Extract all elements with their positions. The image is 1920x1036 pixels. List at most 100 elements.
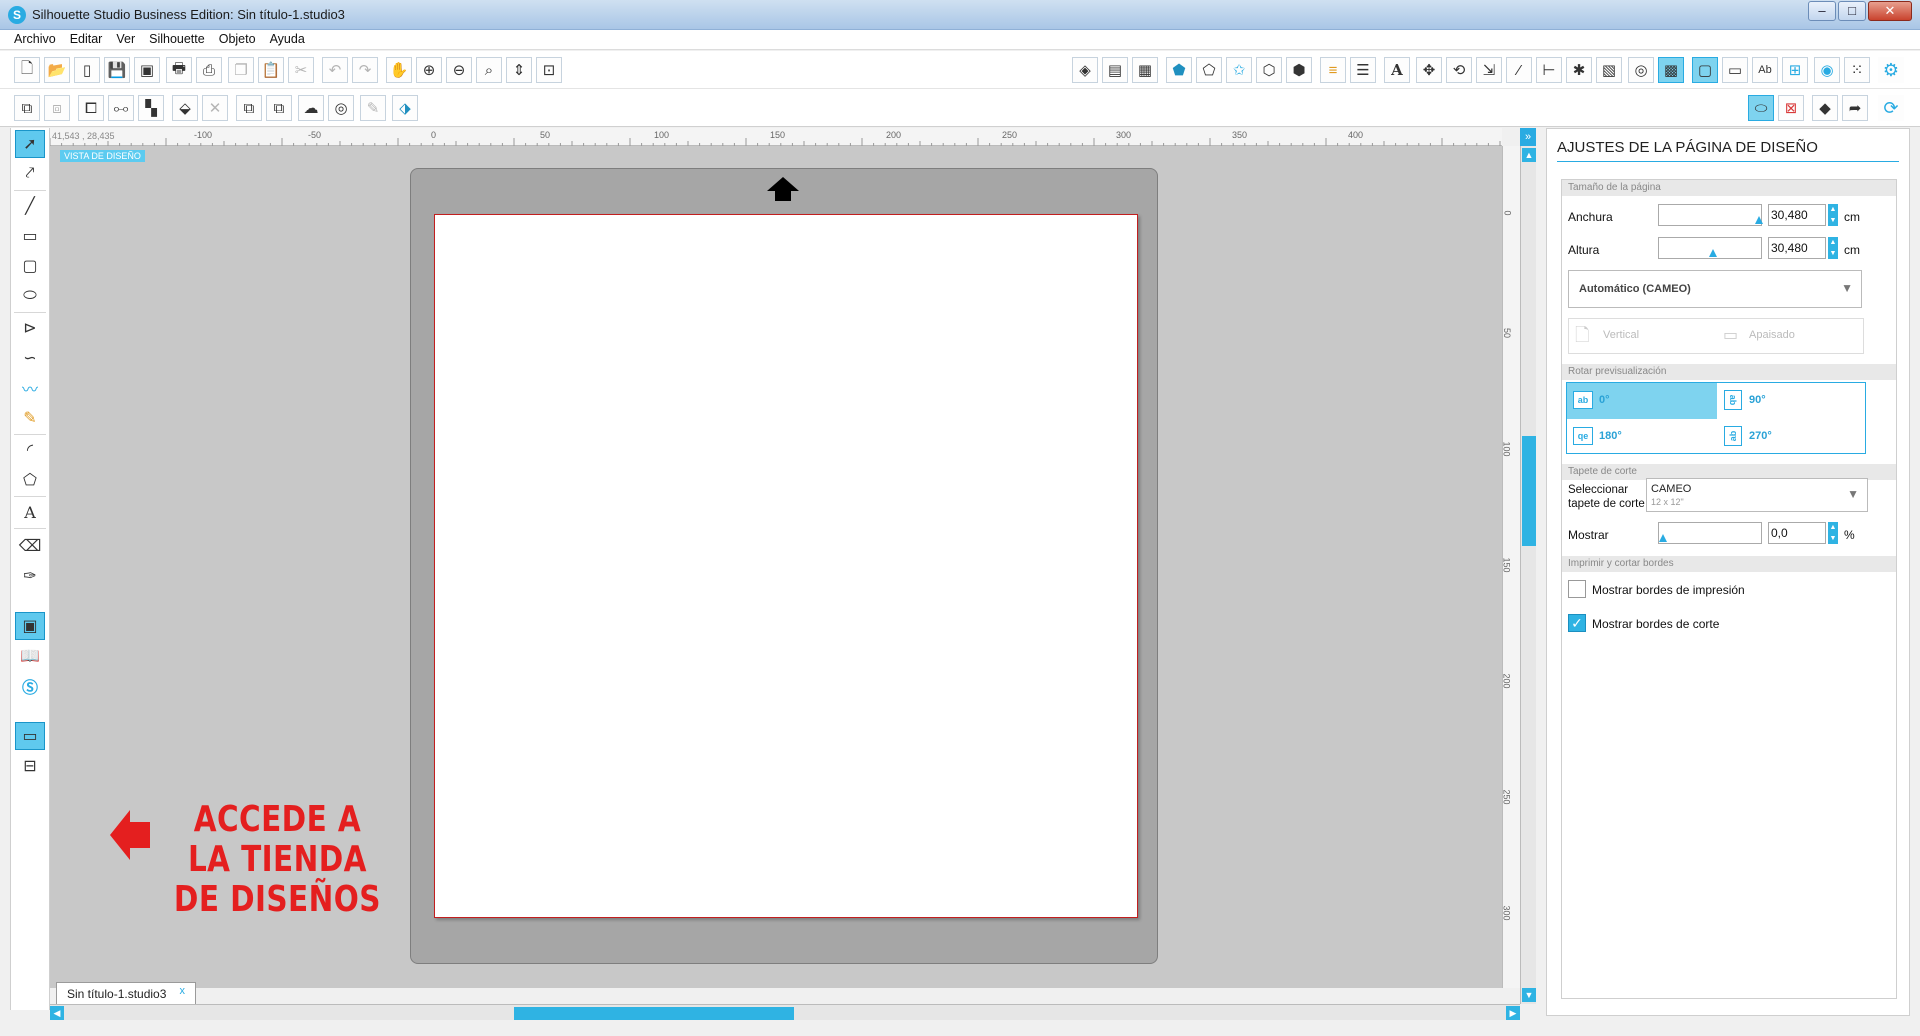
height-input[interactable]: 30,480: [1768, 237, 1826, 259]
dots-icon[interactable]: ⁙: [1844, 57, 1870, 83]
design-store-icon[interactable]: Ⓢ: [15, 672, 45, 700]
design-page[interactable]: [434, 214, 1138, 918]
shear-icon[interactable]: ⁄: [1506, 57, 1532, 83]
align-icon[interactable]: ⊢: [1536, 57, 1562, 83]
knife-icon[interactable]: ✕: [202, 95, 228, 121]
settings-gear-icon[interactable]: ⚙: [1878, 57, 1904, 83]
rotate-0-option[interactable]: ab 0°: [1567, 383, 1717, 419]
rotate-270-option[interactable]: ab 270°: [1717, 419, 1867, 455]
ungroup-icon[interactable]: ⧈: [44, 95, 70, 121]
rectangle-icon[interactable]: ▭: [15, 222, 45, 250]
zoom-select-icon[interactable]: ⌕: [476, 57, 502, 83]
open-tablet-icon[interactable]: ▯: [74, 57, 100, 83]
horizontal-scroll-thumb[interactable]: [514, 1007, 794, 1020]
weld-icon[interactable]: ⬙: [172, 95, 198, 121]
design-canvas[interactable]: VISTA DE DISEÑO ACCEDE A LA TIENDA DE DI…: [50, 146, 1502, 988]
maximize-button[interactable]: □: [1838, 1, 1866, 21]
show-slider[interactable]: [1658, 522, 1762, 544]
scroll-right-icon[interactable]: ▶: [1506, 1006, 1520, 1020]
drag-zoom-icon[interactable]: ⇕: [506, 57, 532, 83]
replicate-icon[interactable]: ✱: [1566, 57, 1592, 83]
menu-objeto[interactable]: Objeto: [212, 30, 263, 46]
menu-ayuda[interactable]: Ayuda: [263, 30, 312, 46]
print-borders-label[interactable]: Mostrar bordes de impresión: [1592, 583, 1745, 597]
ellipse-icon[interactable]: ⬭: [15, 282, 45, 310]
cut-settings-icon[interactable]: ▭: [1722, 57, 1748, 83]
close-tab-icon[interactable]: x: [180, 985, 186, 997]
shape-star-icon[interactable]: ✩: [1226, 57, 1252, 83]
undo-icon[interactable]: ↶: [322, 57, 348, 83]
compound-path-icon[interactable]: ⧠: [78, 95, 104, 121]
rotate-180-option[interactable]: qe 180°: [1567, 419, 1717, 455]
single-view-icon[interactable]: ▭: [15, 722, 45, 750]
orientation-landscape[interactable]: Apaisado: [1749, 329, 1795, 341]
modify-icon[interactable]: ☁: [298, 95, 324, 121]
text-style-icon[interactable]: Ab: [1752, 57, 1778, 83]
horizontal-scrollbar[interactable]: ◀ ▶: [50, 1004, 1520, 1020]
fit-to-page-icon[interactable]: ⊡: [536, 57, 562, 83]
eraser-icon[interactable]: ⌫: [15, 532, 45, 560]
arrange-icon[interactable]: ▚: [138, 95, 164, 121]
scroll-down-icon[interactable]: ▼: [1522, 988, 1536, 1002]
transform-icon[interactable]: ✥: [1416, 57, 1442, 83]
show-spinner-icon[interactable]: ▲ ▼: [1828, 522, 1838, 544]
grid-icon[interactable]: ⊞: [1782, 57, 1808, 83]
scroll-up-icon[interactable]: ▲: [1522, 148, 1536, 162]
paste-icon[interactable]: 📋: [258, 57, 284, 83]
fill-icon[interactable]: ◈: [1072, 57, 1098, 83]
offset-shape-icon[interactable]: ◎: [328, 95, 354, 121]
trace-icon[interactable]: ▩: [1658, 57, 1684, 83]
lines-color-icon[interactable]: ≡: [1320, 57, 1346, 83]
library-icon[interactable]: 📖: [15, 642, 45, 670]
design-view-icon[interactable]: ⬭: [1748, 95, 1774, 121]
landscape-icon[interactable]: ▭: [1723, 325, 1738, 345]
curve-icon[interactable]: ∽: [15, 344, 45, 372]
send-back-icon[interactable]: ⧉: [266, 95, 292, 121]
rotate-90-option[interactable]: ab 90°: [1717, 383, 1867, 419]
split-view-icon[interactable]: ⊟: [15, 752, 45, 780]
shape-pentagon-icon[interactable]: ⬟: [1166, 57, 1192, 83]
menu-editar[interactable]: Editar: [63, 30, 110, 46]
select-arrow-icon[interactable]: ➚: [15, 130, 45, 158]
arc-icon[interactable]: ◜: [15, 436, 45, 464]
cut-view-icon[interactable]: ⊠: [1778, 95, 1804, 121]
cube-3d-icon[interactable]: ⬗: [392, 95, 418, 121]
nest-icon[interactable]: ▧: [1596, 57, 1622, 83]
rotate-icon[interactable]: ⟲: [1446, 57, 1472, 83]
mat-dropdown[interactable]: CAMEO 12 x 12" ▼: [1646, 478, 1868, 512]
bring-front-icon[interactable]: ⧉: [236, 95, 262, 121]
width-input[interactable]: 30,480: [1768, 204, 1826, 226]
lines-style-icon[interactable]: ☰: [1350, 57, 1376, 83]
scroll-left-icon[interactable]: ◀: [50, 1006, 64, 1020]
gradient-icon[interactable]: ▤: [1102, 57, 1128, 83]
point-edit-icon[interactable]: ⤤: [15, 160, 45, 188]
collapse-panel-icon[interactable]: »: [1520, 128, 1536, 146]
polygon-icon[interactable]: ⊳: [15, 314, 45, 342]
scale-icon[interactable]: ⇲: [1476, 57, 1502, 83]
orientation-vertical[interactable]: Vertical: [1603, 329, 1639, 341]
cut-icon[interactable]: ✂: [288, 57, 314, 83]
menu-silhouette[interactable]: Silhouette: [142, 30, 212, 46]
shape-badge-icon[interactable]: ⬡: [1256, 57, 1282, 83]
width-slider[interactable]: [1658, 204, 1763, 226]
new-document-icon[interactable]: 🗋: [14, 57, 40, 83]
shape-custom-icon[interactable]: ⬢: [1286, 57, 1312, 83]
cut-borders-checkbox[interactable]: ✓: [1568, 614, 1586, 632]
vertical-scrollbar[interactable]: ▲ ▼: [1520, 146, 1536, 1004]
knife-tool-icon[interactable]: ✑: [15, 562, 45, 590]
menu-ver[interactable]: Ver: [109, 30, 142, 46]
cut-borders-label[interactable]: Mostrar bordes de corte: [1592, 617, 1719, 631]
line-icon[interactable]: ╱: [15, 192, 45, 220]
vertical-scroll-thumb[interactable]: [1522, 436, 1536, 546]
send-to-cut-icon[interactable]: ⎙: [196, 57, 222, 83]
shape-polygon-icon[interactable]: ⬠: [1196, 57, 1222, 83]
document-tab[interactable]: Sin título-1.studio3 x: [56, 982, 196, 1004]
text-icon[interactable]: A: [1384, 57, 1410, 83]
minimize-button[interactable]: –: [1808, 1, 1836, 21]
menu-archivo[interactable]: Archivo: [0, 30, 63, 46]
zoom-in-icon[interactable]: ⊕: [416, 57, 442, 83]
smooth-freehand-icon[interactable]: ✎: [15, 404, 45, 432]
redo-icon[interactable]: ↷: [352, 57, 378, 83]
eraser-view-icon[interactable]: ◆: [1812, 95, 1838, 121]
freehand-icon[interactable]: 〰: [15, 374, 45, 402]
